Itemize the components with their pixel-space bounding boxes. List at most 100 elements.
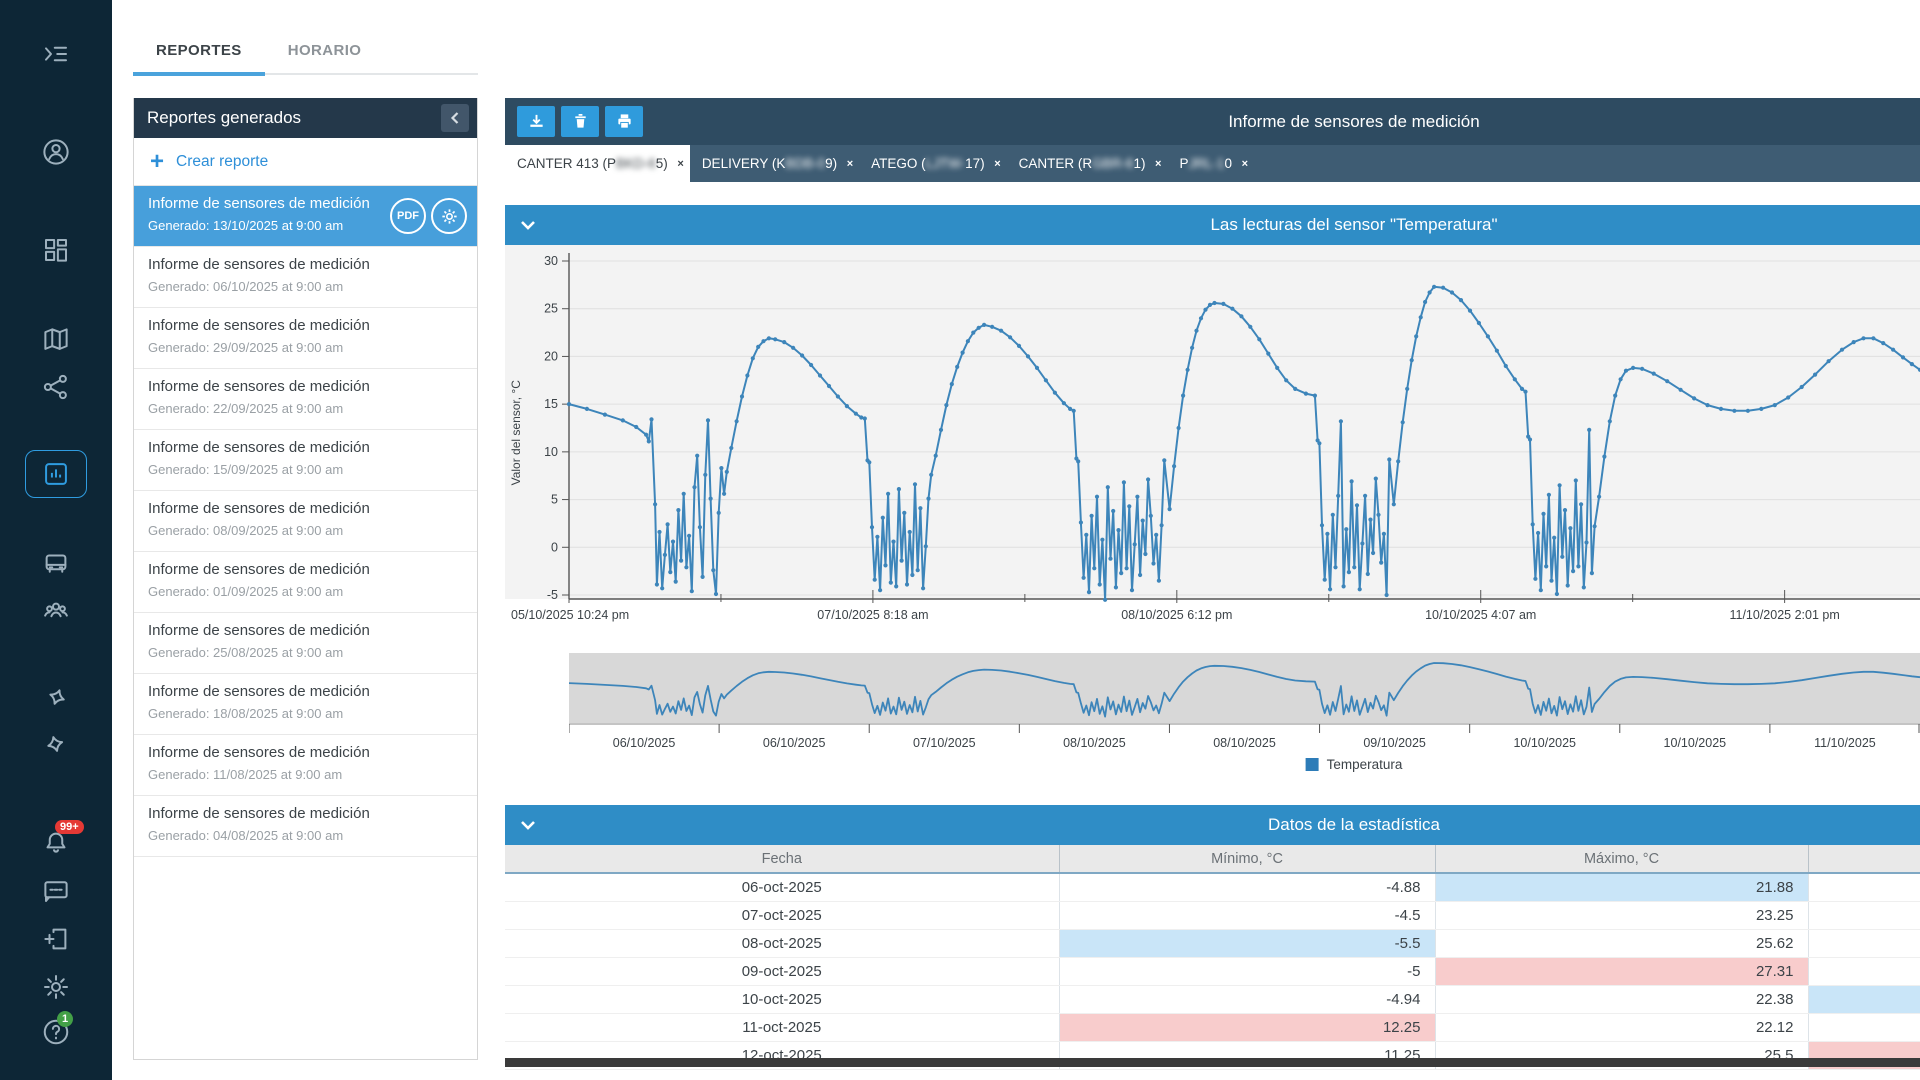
create-report-button[interactable]: + Crear reporte bbox=[134, 138, 477, 186]
report-list-item[interactable]: Informe de sensores de medición Generado:… bbox=[134, 735, 477, 796]
cell-extra bbox=[1808, 929, 1920, 957]
report-item-title: Informe de sensores de medición bbox=[148, 561, 465, 578]
collapse-panel-button[interactable] bbox=[441, 104, 469, 132]
report-list-item[interactable]: Informe de sensores de mediciónGenerado:… bbox=[134, 308, 477, 369]
module-tab-horario[interactable]: HORARIO bbox=[265, 30, 385, 73]
report-item-generated: Generado: 11/08/2025 at 9:00 am bbox=[148, 767, 465, 782]
report-item-generated: Generado: 04/08/2025 at 9:00 am bbox=[148, 828, 465, 843]
share-icon[interactable] bbox=[41, 372, 71, 402]
expand-menu-icon[interactable] bbox=[41, 39, 71, 69]
cell-extra bbox=[1808, 873, 1920, 901]
report-list-item[interactable]: Informe de sensores de mediciónGenerado:… bbox=[134, 674, 477, 735]
unit-tab[interactable]: ATEGO (LJTW-17)× bbox=[859, 145, 1007, 182]
cell-minimo: -4.88 bbox=[1059, 873, 1435, 901]
apps-icon[interactable] bbox=[41, 685, 71, 715]
close-tab-icon[interactable]: × bbox=[1242, 146, 1248, 183]
report-list-item[interactable]: Informe de sensores de mediciónGenerado:… bbox=[134, 430, 477, 491]
collapse-stats-button[interactable] bbox=[520, 820, 536, 831]
report-list-item[interactable]: Informe de sensores de medición Generado:… bbox=[134, 552, 477, 613]
readings-section-header: Las lecturas del sensor "Temperatura" bbox=[505, 205, 1920, 245]
table-row: 07-oct-2025-4.523.25 bbox=[505, 901, 1920, 929]
bar-chart-icon bbox=[42, 460, 70, 488]
svg-text:10: 10 bbox=[544, 445, 558, 459]
license-plate-blurred: GBR-6 bbox=[1092, 156, 1133, 171]
users-icon[interactable] bbox=[41, 595, 71, 625]
chevron-down-icon bbox=[520, 820, 536, 831]
stats-section-header: Datos de la estadística bbox=[505, 805, 1920, 845]
unit-tab[interactable]: CANTER 413 (PBKD-65)× bbox=[505, 145, 690, 182]
cell-fecha: 10-oct-2025 bbox=[505, 985, 1059, 1013]
report-list-item[interactable]: Informe de sensores de mediciónGenerado:… bbox=[134, 613, 477, 674]
chart-overview-slider[interactable] bbox=[569, 653, 1920, 723]
svg-text:06/10/2025: 06/10/2025 bbox=[613, 736, 676, 750]
unit-tab[interactable]: DELIVERY (KBDB-09)× bbox=[690, 145, 859, 182]
svg-text:-5: -5 bbox=[547, 588, 558, 602]
cell-fecha: 07-oct-2025 bbox=[505, 901, 1059, 929]
horizontal-scrollbar[interactable] bbox=[505, 1058, 1920, 1067]
report-settings-button[interactable] bbox=[431, 198, 467, 234]
stats-section-title: Datos de la estadística bbox=[1268, 815, 1440, 835]
map-icon[interactable] bbox=[41, 324, 71, 354]
report-title: Informe de sensores de medición bbox=[1228, 112, 1479, 132]
cell-extra bbox=[1808, 1013, 1920, 1041]
cell-minimo: 12.25 bbox=[1059, 1013, 1435, 1041]
close-tab-icon[interactable]: × bbox=[994, 146, 1000, 183]
report-list-item[interactable]: Informe de sensores de mediciónGenerado:… bbox=[134, 796, 477, 857]
close-tab-icon[interactable]: × bbox=[847, 146, 853, 183]
svg-text:20: 20 bbox=[544, 349, 558, 363]
cell-minimo: -5.5 bbox=[1059, 929, 1435, 957]
collapse-section-button[interactable] bbox=[520, 220, 536, 231]
notifications-badge: 99+ bbox=[55, 820, 84, 834]
cell-extra bbox=[1808, 985, 1920, 1013]
report-item-generated: Generado: 01/09/2025 at 9:00 am bbox=[148, 584, 465, 599]
dashboard-icon[interactable] bbox=[41, 235, 71, 265]
cell-maximo: 27.31 bbox=[1435, 957, 1808, 985]
svg-text:11/10/2025: 11/10/2025 bbox=[1814, 736, 1876, 750]
report-list-item[interactable]: Informe de sensores de mediciónGenerado:… bbox=[134, 247, 477, 308]
vehicles-icon[interactable] bbox=[41, 548, 71, 578]
table-column-header: Máximo, °C bbox=[1435, 845, 1808, 873]
print-button[interactable] bbox=[605, 106, 643, 137]
help-icon[interactable]: 1 bbox=[41, 1017, 71, 1047]
svg-text:06/10/2025: 06/10/2025 bbox=[763, 736, 826, 750]
cell-minimo: -5 bbox=[1059, 957, 1435, 985]
temperature-line-chart[interactable]: 302520151050-505/10/2025 10:24 pm07/10/2… bbox=[505, 245, 1920, 625]
report-list-item[interactable]: Informe de sensores de mediciónGenerado:… bbox=[134, 491, 477, 552]
notifications-icon[interactable]: 99+ bbox=[41, 828, 71, 858]
table-row: 11-oct-202512.2522.12 bbox=[505, 1013, 1920, 1041]
svg-text:09/10/2025: 09/10/2025 bbox=[1363, 736, 1426, 750]
chevron-left-icon bbox=[449, 111, 461, 125]
messages-icon[interactable] bbox=[41, 876, 71, 906]
svg-text:0: 0 bbox=[551, 540, 558, 554]
svg-text:08/10/2025: 08/10/2025 bbox=[1063, 736, 1126, 750]
sidebar-item-reports-active[interactable] bbox=[25, 450, 87, 498]
table-column-header: Fecha bbox=[505, 845, 1059, 873]
report-item-title: Informe de sensores de medición bbox=[148, 683, 465, 700]
cell-minimo: -4.5 bbox=[1059, 901, 1435, 929]
report-item-title: Informe de sensores de medición bbox=[148, 744, 465, 761]
report-list-item[interactable]: Informe de sensores de mediciónGenerado:… bbox=[134, 369, 477, 430]
unit-tab[interactable]: PJRL-10× bbox=[1167, 145, 1254, 182]
report-item-generated: Generado: 06/10/2025 at 9:00 am bbox=[148, 279, 465, 294]
unit-tab[interactable]: CANTER (RGBR-61)× bbox=[1007, 145, 1168, 182]
report-item-generated: Generado: 08/09/2025 at 9:00 am bbox=[148, 523, 465, 538]
report-item-generated: Generado: 15/09/2025 at 9:00 am bbox=[148, 462, 465, 477]
account-icon[interactable] bbox=[41, 137, 71, 167]
marketplace-icon[interactable] bbox=[41, 732, 71, 762]
sensor-readings-section: Las lecturas del sensor "Temperatura" 30… bbox=[505, 205, 1920, 783]
module-tab-reportes[interactable]: REPORTES bbox=[133, 30, 265, 73]
printer-icon bbox=[616, 113, 633, 130]
svg-text:05/10/2025 10:24 pm: 05/10/2025 10:24 pm bbox=[511, 608, 629, 622]
cell-fecha: 11-oct-2025 bbox=[505, 1013, 1059, 1041]
download-button[interactable] bbox=[517, 106, 555, 137]
readings-section-title: Las lecturas del sensor "Temperatura" bbox=[1210, 215, 1497, 235]
close-tab-icon[interactable]: × bbox=[1155, 146, 1161, 183]
module-tabs: REPORTESHORARIO bbox=[133, 30, 478, 75]
report-list-item[interactable]: Informe de sensores de mediciónGenerado:… bbox=[134, 186, 477, 247]
export-pdf-button[interactable]: PDF bbox=[390, 198, 426, 234]
import-export-icon[interactable] bbox=[41, 924, 71, 954]
delete-button[interactable] bbox=[561, 106, 599, 137]
close-tab-icon[interactable]: × bbox=[677, 146, 683, 183]
svg-text:Valor del sensor, °C: Valor del sensor, °C bbox=[509, 380, 523, 486]
settings-icon[interactable] bbox=[41, 972, 71, 1002]
